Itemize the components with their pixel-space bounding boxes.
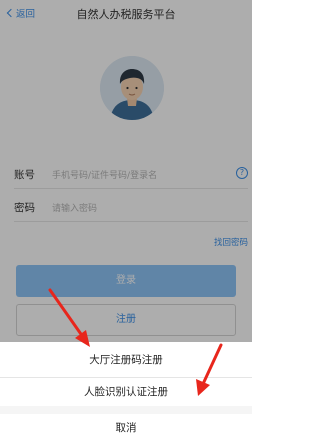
hall-code-register-option[interactable]: 大厅注册码注册 <box>0 342 252 378</box>
face-recognition-register-option[interactable]: 人脸识别认证注册 <box>0 378 252 406</box>
action-sheet: 大厅注册码注册 人脸识别认证注册 取消 <box>0 342 252 442</box>
cancel-button[interactable]: 取消 <box>0 414 252 442</box>
